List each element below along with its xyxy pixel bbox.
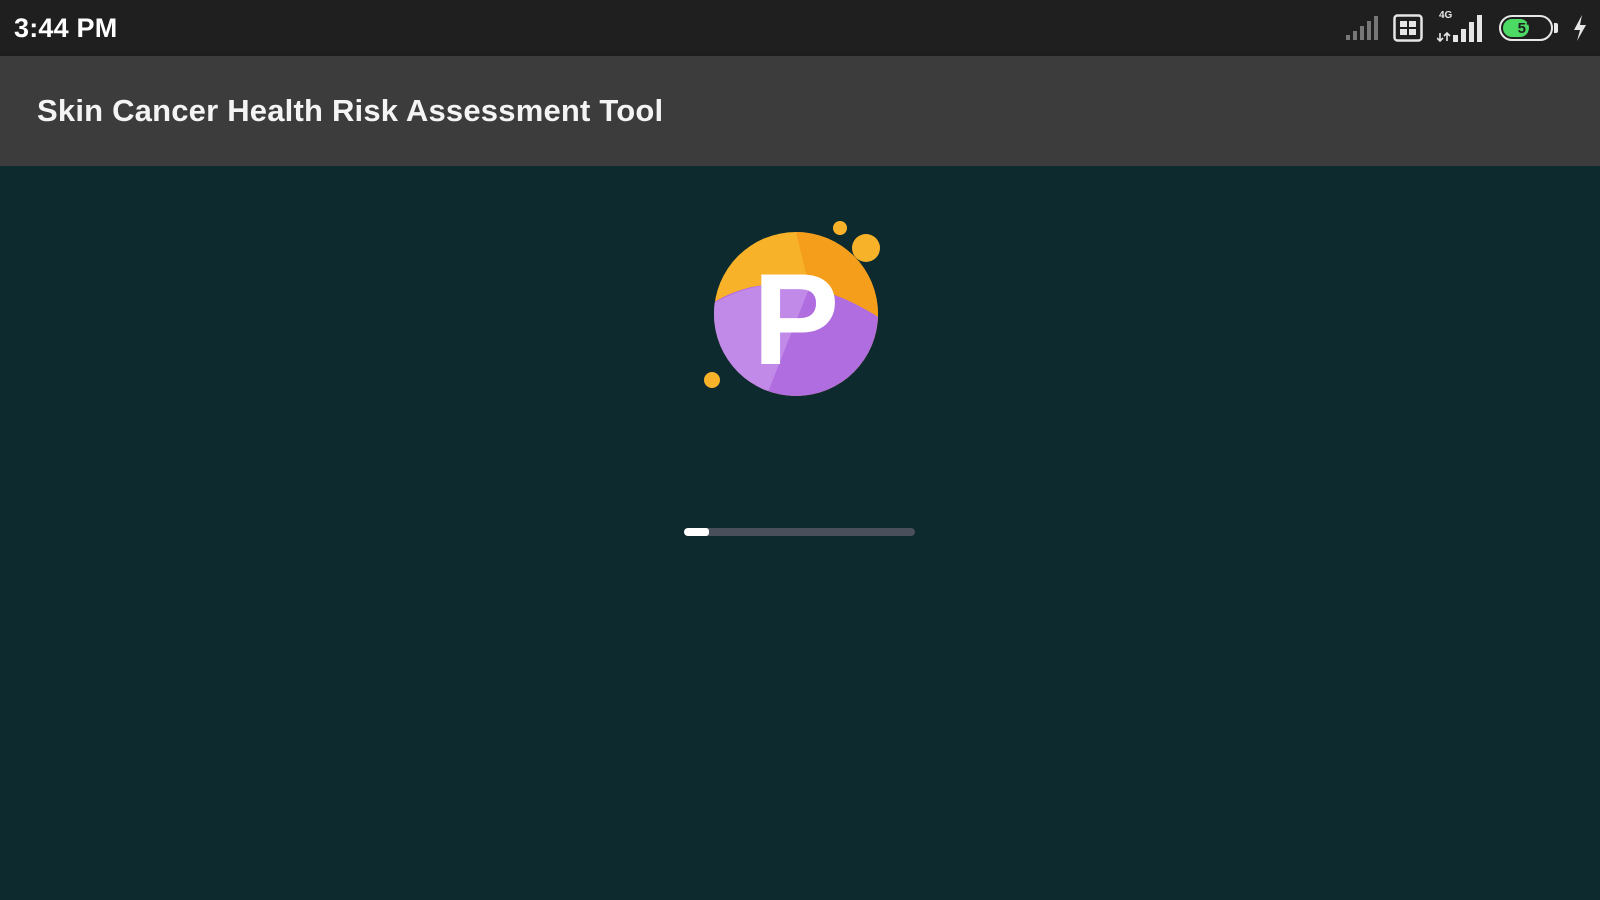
loading-progress-fill [684, 528, 710, 536]
loading-progress-bar [684, 528, 915, 536]
battery-nub [1554, 23, 1558, 33]
status-icons: 4G 57 [1345, 10, 1588, 43]
app-title: Skin Cancer Health Risk Assessment Tool [37, 93, 664, 128]
splash-screen: P [0, 166, 1600, 900]
logo-dot-small [833, 221, 847, 235]
app-logo-icon: P [704, 221, 880, 396]
sim-card-icon [1393, 14, 1423, 42]
app-bar: Skin Cancer Health Risk Assessment Tool [0, 56, 1600, 166]
status-time: 3:44 PM [14, 12, 118, 43]
status-bar: 3:44 PM 4G 57 [0, 0, 1600, 56]
cell-signal-icon: 4G [1437, 10, 1485, 43]
battery-outline: 57 [1499, 15, 1553, 41]
battery-icon: 57 [1499, 15, 1558, 41]
logo-letter: P [753, 246, 840, 392]
weak-signal-icon [1345, 15, 1379, 41]
charging-bolt-icon [1572, 14, 1588, 42]
battery-level: 57 [1517, 19, 1535, 37]
logo-dot-large [852, 234, 880, 262]
logo-dot-left [704, 372, 720, 388]
